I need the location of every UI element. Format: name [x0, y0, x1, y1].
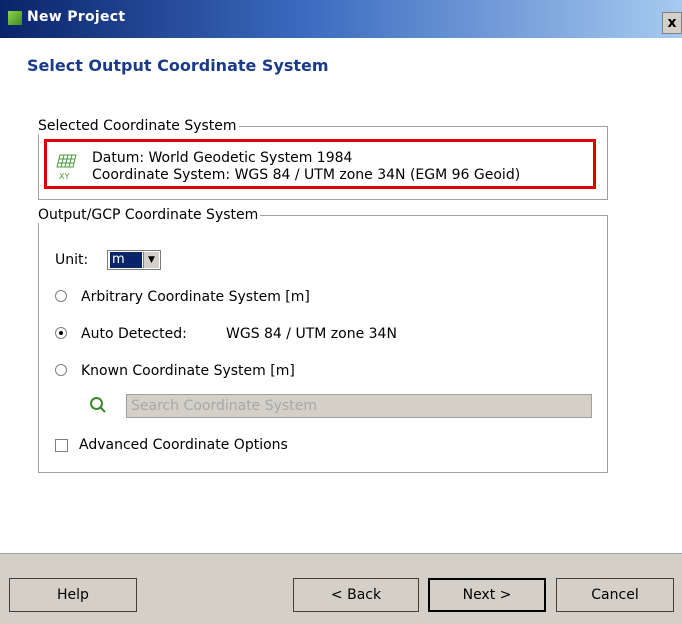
app-icon [8, 11, 22, 25]
next-button[interactable]: Next > [428, 578, 546, 612]
radio-arbitrary-label: Arbitrary Coordinate System [m] [81, 289, 310, 305]
advanced-options-checkbox[interactable] [55, 439, 68, 452]
auto-detected-value: WGS 84 / UTM zone 34N [226, 326, 397, 342]
selected-group-legend: Selected Coordinate System [38, 118, 237, 134]
close-button[interactable]: x [662, 12, 682, 34]
unit-label: Unit: [55, 252, 89, 268]
chevron-down-icon[interactable]: ▼ [143, 252, 159, 268]
coordinate-system-text: Coordinate System: WGS 84 / UTM zone 34N… [92, 167, 521, 183]
help-button[interactable]: Help [9, 578, 137, 612]
unit-select-value: m [110, 252, 142, 268]
back-button[interactable]: < Back [293, 578, 419, 612]
title-bar: New Project x [0, 0, 682, 38]
button-bar: Help < Back Next > Cancel [0, 553, 682, 624]
search-icon [90, 397, 106, 413]
radio-auto-detected[interactable] [55, 327, 67, 339]
radio-auto-detected-label: Auto Detected: [81, 326, 187, 342]
svg-text:XY: XY [59, 172, 69, 181]
grid-xy-icon: XY [56, 154, 77, 181]
page-title: Select Output Coordinate System [27, 56, 329, 75]
advanced-options-label: Advanced Coordinate Options [79, 437, 288, 453]
cancel-button[interactable]: Cancel [556, 578, 674, 612]
radio-known[interactable] [55, 364, 67, 376]
search-coordinate-system-input[interactable] [126, 394, 592, 418]
unit-select[interactable]: m ▼ [107, 250, 161, 270]
window-title: New Project [27, 9, 126, 25]
radio-arbitrary[interactable] [55, 290, 67, 302]
radio-known-label: Known Coordinate System [m] [81, 363, 295, 379]
output-group-legend: Output/GCP Coordinate System [38, 207, 259, 223]
datum-text: Datum: World Geodetic System 1984 [92, 150, 353, 166]
